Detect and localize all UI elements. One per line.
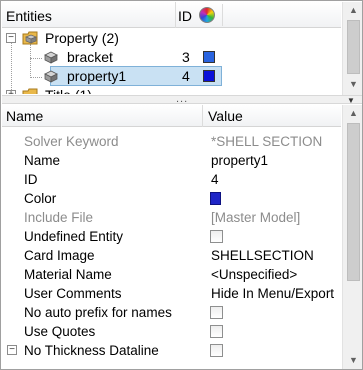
card-image-select[interactable]: SHELLSECTION [211,246,314,265]
grid-row-card-image[interactable]: Card Image SHELLSECTION [2,246,341,265]
entity-browser-panel: Entities ID − Property (2) bracket 3 pro… [0,0,363,370]
entity-tree: − Property (2) bracket 3 property1 4 [2,28,341,94]
grid-row-no-thickness-dataline[interactable]: − No Thickness Dataline [2,341,341,360]
grid-row-user-comments[interactable]: User Comments Hide In Menu/Export [2,284,341,303]
property-name: Include File [24,210,94,225]
scroll-down-icon[interactable]: ▼ [343,76,362,93]
scroll-up-icon[interactable]: ▲ [343,2,362,19]
collapse-arrow-icon[interactable]: ▼ [347,96,355,105]
grid-row-color[interactable]: Color [2,189,341,208]
undefined-entity-checkbox[interactable] [210,230,223,243]
property-name: No auto prefix for names [24,305,172,320]
collapse-icon[interactable]: − [7,345,17,355]
scroll-thumb[interactable] [347,123,360,281]
grid-row-name[interactable]: Name property1 [2,151,341,170]
header-divider [222,4,223,26]
tree-node-label: bracket [67,49,113,65]
tree-node-label: Property (2) [45,30,119,46]
column-header-entities[interactable]: Entities [6,2,176,28]
no-auto-prefix-checkbox[interactable] [210,306,223,319]
grid-row-use-quotes[interactable]: Use Quotes [2,322,341,341]
tree-node-label: Title (1) [45,85,92,94]
grid-row-material-name[interactable]: Material Name <Unspecified> [2,265,341,284]
column-header-id[interactable]: ID [178,2,196,28]
tree-node-bracket[interactable]: bracket 3 [2,47,341,67]
grid-scrollbar[interactable]: ▲ ▼ [342,105,362,369]
property-value: [Master Model] [211,210,301,225]
color-wheel-icon[interactable] [199,7,215,23]
property-folder-icon [22,31,38,45]
property-name: ID [24,172,38,187]
property-name: User Comments [24,286,122,301]
id-field[interactable]: 4 [211,170,219,189]
grid-row-undefined-entity[interactable]: Undefined Entity [2,227,341,246]
property-name: Color [24,191,57,206]
property-name: No Thickness Dataline [24,343,159,358]
tree-node-id: 3 [182,49,190,65]
property-name: Material Name [24,267,112,282]
grid-row-include-file[interactable]: Include File [Master Model] [2,208,341,227]
column-header-value[interactable]: Value [208,105,243,127]
user-comments-select[interactable]: Hide In Menu/Export [211,284,334,303]
collapse-icon[interactable]: − [6,33,16,43]
tree-node-label: property1 [67,68,127,84]
grid-row-no-auto-prefix[interactable]: No auto prefix for names [2,303,341,322]
scroll-thumb[interactable] [347,20,360,74]
property-grid-header: Name Value [2,105,341,127]
property-value: *SHELL SECTION [211,134,323,149]
grid-row-id[interactable]: ID 4 [2,170,341,189]
property-name: Solver Keyword [24,134,119,149]
property-name: Use Quotes [24,324,96,339]
tree-node-title[interactable]: + Title (1) [2,85,341,94]
material-name-select[interactable]: <Unspecified> [211,265,297,284]
property-grid: Solver Keyword *SHELL SECTION Name prope… [2,127,341,369]
column-header-name[interactable]: Name [6,105,203,127]
color-swatch[interactable] [203,70,215,82]
shell-property-icon [44,70,58,83]
expand-icon[interactable]: + [6,90,16,94]
tree-node-property1[interactable]: property1 4 [2,66,341,86]
property-name: Undefined Entity [24,229,124,244]
color-picker-swatch[interactable] [210,192,221,205]
panel-splitter[interactable]: ... ▼ [2,93,362,105]
property-name: Card Image [24,248,95,263]
tree-scrollbar[interactable]: ▲ ▼ [342,2,362,95]
shell-property-icon [44,51,58,64]
name-field[interactable]: property1 [211,151,268,170]
scroll-down-icon[interactable]: ▼ [343,352,362,369]
splitter-grip[interactable]: ... [176,93,188,105]
title-folder-icon [22,88,38,94]
property-name: Name [24,153,61,168]
color-swatch[interactable] [203,51,215,63]
tree-node-id: 4 [182,68,190,84]
no-thickness-dataline-checkbox[interactable] [210,344,223,357]
grid-row-solver-keyword[interactable]: Solver Keyword *SHELL SECTION [2,132,341,151]
tree-node-property[interactable]: − Property (2) [2,28,341,48]
tree-header: Entities ID [2,2,341,28]
use-quotes-checkbox[interactable] [210,325,223,338]
scroll-up-icon[interactable]: ▲ [343,105,362,122]
